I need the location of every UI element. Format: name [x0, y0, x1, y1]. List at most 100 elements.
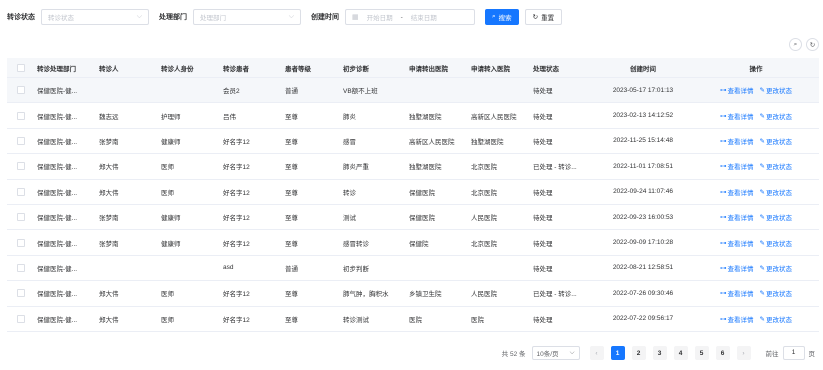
change-status-label: 更改状态 — [765, 138, 792, 146]
dept-select[interactable]: 处理部门 ⌵ — [193, 9, 301, 25]
row-checkbox[interactable] — [17, 86, 25, 95]
row-select-cell[interactable] — [7, 111, 31, 120]
end-date-placeholder[interactable]: 结束日期 — [411, 12, 437, 22]
filter-bar: 转诊状态 转诊状态 ⌵ 处理部门 处理部门 ⌵ 创建时间 ▦ 开始日期 - 结束… — [7, 9, 563, 25]
view-detail-link[interactable]: ⊶ 查看详情 — [720, 288, 754, 298]
page-button[interactable]: 5 — [694, 346, 709, 360]
row-checkbox[interactable] — [17, 238, 25, 247]
cell-to-hospital: 人民医院 — [471, 291, 497, 299]
cell-actions: ⊶ 查看详情 ✎ 更改状态 — [693, 263, 819, 273]
change-status-link[interactable]: ✎ 更改状态 — [760, 161, 792, 171]
view-detail-link[interactable]: ⊶ 查看详情 — [720, 238, 754, 248]
row-select-cell[interactable] — [7, 136, 31, 145]
calendar-icon: ▦ — [352, 14, 359, 21]
row-checkbox[interactable] — [17, 187, 25, 196]
select-all-cell[interactable] — [7, 63, 31, 72]
cell-status: 待处理 — [533, 189, 553, 197]
cell-dept: 保健医院-健... — [37, 240, 78, 248]
view-detail-link[interactable]: ⊶ 查看详情 — [720, 263, 754, 273]
change-status-link[interactable]: ✎ 更改状态 — [760, 263, 792, 273]
edit-icon: ✎ — [759, 239, 765, 247]
cell-diagnosis: 转诊 — [343, 189, 356, 197]
view-detail-label: 查看详情 — [727, 240, 754, 248]
row-select-cell[interactable] — [7, 162, 31, 171]
page-button[interactable]: 1 — [610, 346, 625, 360]
change-status-link[interactable]: ✎ 更改状态 — [760, 212, 792, 222]
cell-status: 待处理 — [533, 88, 553, 96]
row-select-cell[interactable] — [7, 238, 31, 247]
view-detail-link[interactable]: ⊶ 查看详情 — [720, 314, 754, 324]
cell-status: 待处理 — [533, 316, 553, 324]
change-status-link[interactable]: ✎ 更改状态 — [760, 288, 792, 298]
cell-role: 护理师 — [161, 113, 181, 121]
change-status-link[interactable]: ✎ 更改状态 — [760, 238, 792, 248]
row-checkbox[interactable] — [17, 289, 25, 298]
view-icon: ⊶ — [720, 163, 727, 171]
cell-to-hospital: 北京医院 — [471, 164, 497, 172]
search-button[interactable]: ⌕ 搜索 — [485, 9, 519, 25]
select-all-checkbox[interactable] — [17, 63, 25, 72]
status-select[interactable]: 转诊状态 ⌵ — [41, 9, 149, 25]
row-checkbox[interactable] — [17, 111, 25, 120]
change-status-label: 更改状态 — [765, 265, 792, 273]
page-size-select[interactable]: 10条/页 ⌵ — [531, 346, 580, 360]
next-page-button[interactable]: › — [736, 346, 751, 360]
start-date-placeholder[interactable]: 开始日期 — [367, 12, 393, 22]
change-status-link[interactable]: ✎ 更改状态 — [760, 111, 792, 121]
row-select-cell[interactable] — [7, 289, 31, 298]
refresh-icon: ↻ — [532, 14, 539, 21]
view-detail-link[interactable]: ⊶ 查看详情 — [720, 161, 754, 171]
search-button-label: 搜索 — [498, 15, 512, 22]
view-detail-link[interactable]: ⊶ 查看详情 — [720, 136, 754, 146]
pagination: 共 52 条 10条/页 ⌵ ‹ 123456 › 前往 1 页 — [502, 346, 815, 360]
row-select-cell[interactable] — [7, 314, 31, 323]
refresh-button[interactable]: ↻ — [806, 38, 819, 51]
change-status-link[interactable]: ✎ 更改状态 — [760, 136, 792, 146]
row-select-cell[interactable] — [7, 86, 31, 95]
prev-page-button[interactable]: ‹ — [589, 346, 604, 360]
page-button[interactable]: 4 — [673, 346, 688, 360]
table-row: 保健医院-健... 郑大伟 医师 好名字12 至尊 肺气肿，胸积水 乡镇卫生院 人民医院 已处理… — [7, 281, 819, 307]
row-checkbox[interactable] — [17, 263, 25, 272]
cell-diagnosis: 肺炎 — [343, 113, 356, 121]
cell-actions: ⊶ 查看详情 ✎ 更改状态 — [693, 187, 819, 197]
view-detail-link[interactable]: ⊶ 查看详情 — [720, 111, 754, 121]
row-checkbox[interactable] — [17, 136, 25, 145]
row-checkbox[interactable] — [17, 162, 25, 171]
change-status-link[interactable]: ✎ 更改状态 — [760, 187, 792, 197]
view-detail-link[interactable]: ⊶ 查看详情 — [720, 85, 754, 95]
cell-to-hospital: 北京医院 — [471, 189, 497, 197]
view-detail-link[interactable]: ⊶ 查看详情 — [720, 187, 754, 197]
date-range-picker[interactable]: ▦ 开始日期 - 结束日期 — [345, 9, 475, 25]
cell-status: 已处理 - 转诊... — [533, 164, 577, 172]
page-button[interactable]: 2 — [631, 346, 646, 360]
change-status-link[interactable]: ✎ 更改状态 — [760, 314, 792, 324]
edit-icon: ✎ — [759, 112, 765, 120]
table-row: 保健医院-健... asd 普通 初步判断 待处理 2022-08-21 12:58:51… — [7, 256, 819, 282]
cell-role: 医师 — [161, 291, 174, 299]
cell-status: 待处理 — [533, 265, 553, 273]
row-checkbox[interactable] — [17, 213, 25, 222]
edit-icon: ✎ — [759, 264, 765, 272]
page-button[interactable]: 3 — [652, 346, 667, 360]
referral-table: 转诊处理部门 转诊人 转诊人身份 转诊患者 患者等级 初步诊断 申请转出医院 申… — [7, 58, 819, 332]
row-select-cell[interactable] — [7, 263, 31, 272]
cell-actions: ⊶ 查看详情 ✎ 更改状态 — [693, 212, 819, 222]
goto-page-input[interactable]: 1 — [782, 346, 805, 360]
view-detail-link[interactable]: ⊶ 查看详情 — [720, 212, 754, 222]
cell-patient: asd — [223, 264, 234, 272]
cell-status: 待处理 — [533, 215, 553, 223]
cell-dept: 保健医院-健... — [37, 265, 78, 273]
cell-role: 医师 — [161, 164, 174, 172]
cell-patient: 好名字12 — [223, 291, 250, 299]
view-icon: ⊶ — [720, 290, 727, 298]
table-row: 保健医院-健... 郑大伟 医师 好名字12 至尊 转诊 保健医院 北京医院 待处理 2022-0… — [7, 180, 819, 205]
chevron-down-icon: ⌵ — [136, 13, 142, 20]
row-select-cell[interactable] — [7, 213, 31, 222]
row-select-cell[interactable] — [7, 187, 31, 196]
row-checkbox[interactable] — [17, 314, 25, 323]
reset-button[interactable]: ↻ 重置 — [524, 9, 563, 25]
page-button[interactable]: 6 — [715, 346, 730, 360]
change-status-link[interactable]: ✎ 更改状态 — [760, 85, 792, 95]
toggle-search-button[interactable]: ⌕ — [789, 38, 802, 51]
